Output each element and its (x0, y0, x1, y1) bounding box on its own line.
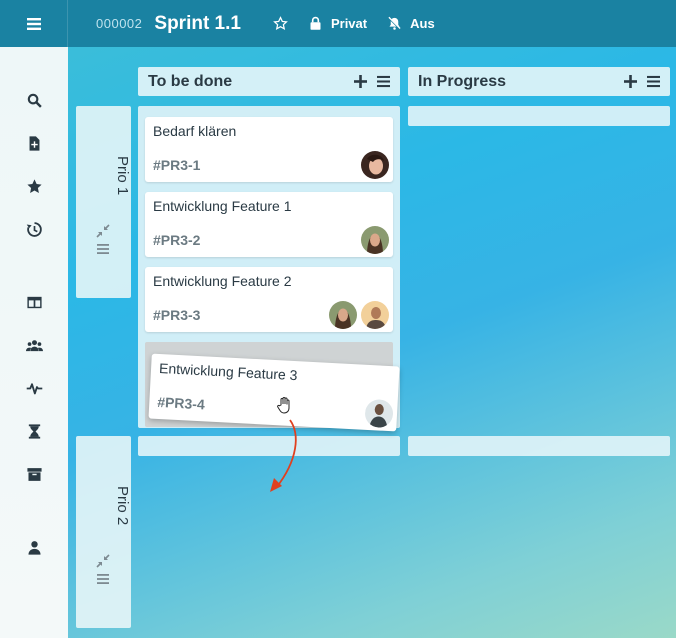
hourglass-icon (28, 423, 40, 439)
users-icon (25, 339, 43, 351)
archive-icon (26, 467, 42, 481)
column-menu-button[interactable] (374, 73, 392, 91)
collapse-icon[interactable] (96, 224, 110, 238)
task-card[interactable]: Bedarf klären #PR3-1 (145, 117, 393, 182)
top-bar: 000002 Sprint 1.1 Privat Aus (0, 0, 676, 47)
column-menu-button[interactable] (644, 73, 662, 91)
search-icon (27, 93, 42, 108)
add-card-button[interactable] (621, 73, 639, 91)
hamburger-menu-icon[interactable] (96, 242, 110, 256)
menu-button[interactable] (0, 0, 68, 47)
avatar (361, 301, 389, 329)
add-card-button[interactable] (351, 73, 369, 91)
drag-direction-arrow-icon (270, 419, 297, 492)
grab-cursor-icon (277, 397, 290, 414)
star-outline-icon (273, 16, 288, 31)
swimlane-prio-1: Prio 1 (76, 106, 131, 298)
file-plus-icon (29, 135, 39, 151)
avatar (361, 151, 389, 179)
sidebar (0, 47, 68, 638)
notifications-button[interactable]: Aus (387, 16, 435, 31)
bell-off-icon (388, 16, 401, 30)
swimlane-label: Prio 1 (114, 156, 131, 196)
column-header-to-be-done: To be done (138, 67, 400, 96)
sidebar-new-document[interactable] (24, 133, 44, 153)
card-title: Entwicklung Feature 1 (153, 198, 292, 214)
cell-prio2-in-progress (408, 436, 670, 456)
privacy-button[interactable]: Privat (308, 16, 367, 31)
column-title: In Progress (418, 72, 507, 90)
board-columns-icon (26, 296, 42, 308)
avatar (361, 226, 389, 254)
card-id: #PR3-1 (153, 157, 201, 173)
sidebar-archive[interactable] (24, 464, 44, 484)
sidebar-team[interactable] (24, 335, 44, 355)
task-card[interactable]: Entwicklung Feature 2 #PR3-3 (145, 267, 393, 332)
cell-prio1-in-progress (408, 106, 670, 126)
card-id: #PR3-2 (153, 232, 201, 248)
sidebar-profile[interactable] (24, 537, 44, 557)
favorite-button[interactable] (273, 16, 288, 31)
column-title: To be done (148, 72, 233, 90)
hamburger-menu-icon (26, 17, 41, 30)
collapse-icon[interactable] (96, 554, 110, 568)
notifications-label: Aus (410, 16, 435, 31)
sidebar-history[interactable] (24, 219, 44, 239)
sidebar-board[interactable] (24, 292, 44, 312)
hamburger-menu-icon[interactable] (96, 572, 110, 586)
card-title: Entwicklung Feature 2 (153, 273, 292, 289)
star-icon (26, 178, 42, 193)
sidebar-search[interactable] (24, 90, 44, 110)
avatar (364, 398, 394, 429)
hamburger-menu-icon (646, 75, 660, 88)
sidebar-favorites[interactable] (24, 176, 44, 196)
plus-icon (623, 75, 637, 88)
user-icon (27, 540, 41, 555)
sidebar-time[interactable] (24, 421, 44, 441)
sidebar-activity[interactable] (24, 378, 44, 398)
sprint-title: Sprint 1.1 (154, 12, 241, 34)
avatar (329, 301, 357, 329)
card-id: #PR3-4 (156, 393, 206, 413)
swimlane-prio-2: Prio 2 (76, 436, 131, 628)
history-icon (26, 221, 42, 237)
sprint-id: 000002 (96, 16, 143, 31)
column-header-in-progress: In Progress (408, 67, 670, 96)
swimlane-label: Prio 2 (114, 486, 131, 526)
card-title: Entwicklung Feature 3 (158, 359, 298, 384)
privacy-label: Privat (330, 16, 368, 31)
task-card[interactable]: Entwicklung Feature 1 #PR3-2 (145, 192, 393, 257)
card-title: Bedarf klären (153, 123, 237, 139)
card-id: #PR3-3 (153, 307, 201, 323)
activity-pulse-icon (26, 382, 42, 394)
plus-icon (353, 75, 367, 88)
lock-icon (310, 16, 321, 30)
hamburger-menu-icon (376, 75, 390, 88)
